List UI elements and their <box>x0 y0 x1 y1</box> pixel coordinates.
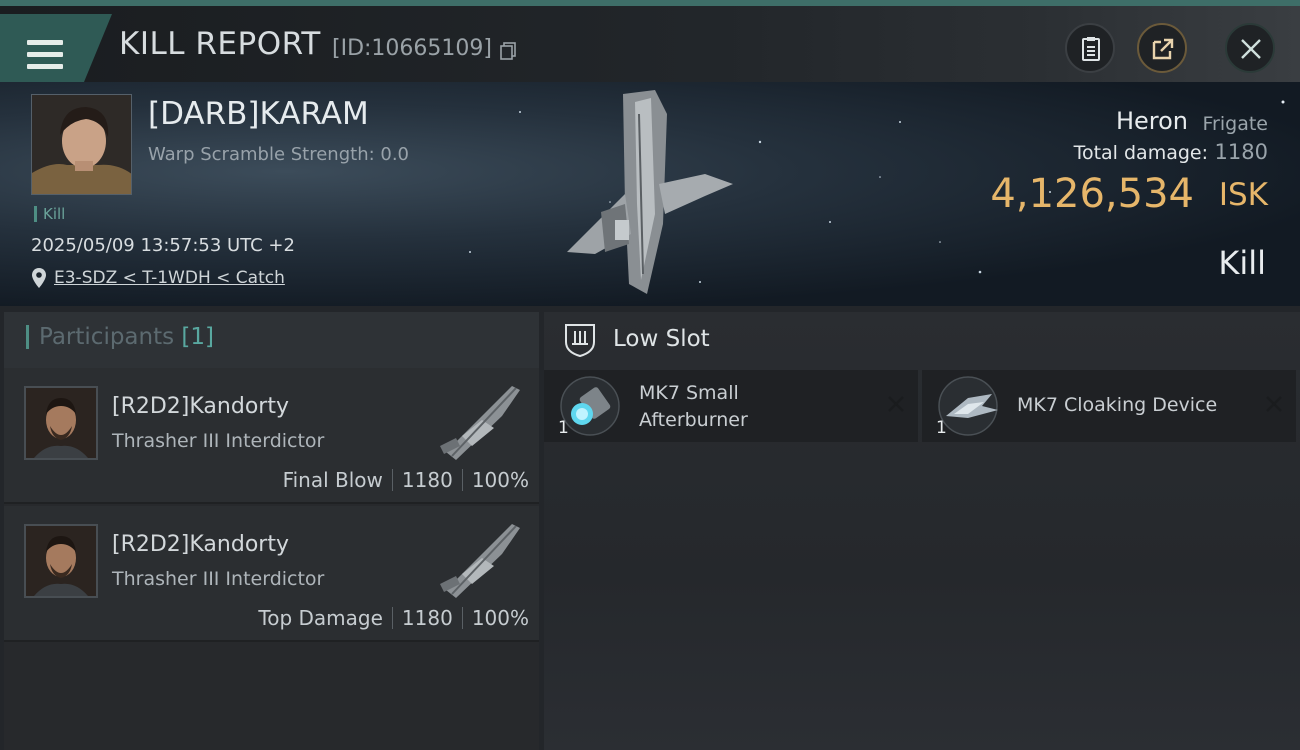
kill-report-screen: KILL REPORT [ID:10665109] [DARB]KARAM Wa… <box>0 0 1300 750</box>
participant-row[interactable]: [R2D2]Kandorty Thrasher III Interdictor … <box>4 506 539 642</box>
victim-avatar[interactable] <box>31 94 132 195</box>
report-id: [ID:10665109] <box>332 36 492 61</box>
remove-icon[interactable] <box>886 394 906 414</box>
menu-icon[interactable] <box>27 40 63 70</box>
victim-name[interactable]: [DARB]KARAM <box>148 96 369 132</box>
afterburner-module-icon <box>560 376 620 436</box>
close-button[interactable] <box>1225 23 1275 73</box>
module-name: MK7 Small Afterburner <box>639 380 748 434</box>
participant-avatar[interactable] <box>24 386 98 460</box>
module-card[interactable]: 1 MK7 Small Afterburner <box>544 370 918 442</box>
victim-ship-image <box>567 90 733 294</box>
copy-icon[interactable] <box>500 42 516 60</box>
share-icon <box>1152 38 1174 60</box>
module-card[interactable]: 1 MK7 Cloaking Device <box>922 370 1296 442</box>
isk-unit: ISK <box>1218 177 1268 213</box>
module-name-line1: MK7 Small <box>639 382 739 404</box>
victim-ship-class: Frigate <box>1202 113 1268 135</box>
cloaking-device-module-icon <box>938 376 998 436</box>
participant-percent: 100% <box>471 468 529 492</box>
fitting-panel: Low Slot 1 MK7 Small Afterburner 1 MK7 C… <box>544 312 1300 750</box>
menu-tab[interactable] <box>0 14 112 82</box>
remove-icon[interactable] <box>1264 394 1284 414</box>
module-quantity: 1 <box>558 418 569 438</box>
warp-scramble-strength: Warp Scramble Strength: 0.0 <box>148 144 410 165</box>
location-link[interactable]: E3-SDZ < T-1WDH < Catch <box>54 268 285 288</box>
share-button[interactable] <box>1137 23 1187 73</box>
low-slot-title: Low Slot <box>613 326 710 352</box>
module-quantity: 1 <box>936 418 947 438</box>
participant-stats: Top Damage 1180 100% <box>258 606 529 630</box>
participant-ship-image <box>440 524 520 598</box>
participant-role: Top Damage <box>258 606 383 630</box>
participant-percent: 100% <box>471 606 529 630</box>
kill-type-tag: Kill <box>34 206 65 222</box>
participants-panel: Participants [1] [R2D2]Kandorty Thrasher… <box>4 312 539 750</box>
header-bar: KILL REPORT [ID:10665109] <box>0 6 1300 82</box>
module-name-line2: Afterburner <box>639 409 748 431</box>
page-title: KILL REPORT <box>119 26 321 62</box>
participants-title-text: Participants <box>39 324 175 350</box>
participant-role: Final Blow <box>282 468 383 492</box>
participant-ship-image <box>440 386 520 460</box>
clipboard-icon <box>1082 37 1100 61</box>
kill-result-label: Kill <box>1218 244 1266 282</box>
clipboard-button[interactable] <box>1065 23 1115 73</box>
participant-ship: Thrasher III Interdictor <box>112 568 325 590</box>
participant-damage: 1180 <box>401 468 453 492</box>
victim-banner: [DARB]KARAM Warp Scramble Strength: 0.0 … <box>0 82 1300 306</box>
participant-ship: Thrasher III Interdictor <box>112 430 325 452</box>
participant-stats: Final Blow 1180 100% <box>283 468 529 492</box>
low-slot-header: Low Slot <box>544 312 1300 368</box>
participant-avatar[interactable] <box>24 524 98 598</box>
isk-value: 4,126,534 <box>990 171 1194 217</box>
location-pin-icon <box>32 268 46 288</box>
victim-ship-name: Heron <box>1115 107 1188 135</box>
participants-title: Participants [1] <box>26 325 214 349</box>
participants-header: Participants [1] <box>4 312 539 368</box>
participants-count: [1] <box>181 324 215 350</box>
low-slot-icon <box>565 324 595 358</box>
module-name: MK7 Cloaking Device <box>1017 394 1218 416</box>
total-damage-label: Total damage: <box>1073 142 1208 164</box>
participant-name[interactable]: [R2D2]Kandorty <box>112 532 289 557</box>
participant-damage: 1180 <box>401 606 453 630</box>
kill-datetime: 2025/05/09 13:57:53 UTC +2 <box>31 235 295 256</box>
participant-name[interactable]: [R2D2]Kandorty <box>112 394 289 419</box>
total-damage-value: 1180 <box>1214 140 1268 164</box>
participant-row[interactable]: [R2D2]Kandorty Thrasher III Interdictor … <box>4 368 539 504</box>
close-icon <box>1241 39 1261 59</box>
